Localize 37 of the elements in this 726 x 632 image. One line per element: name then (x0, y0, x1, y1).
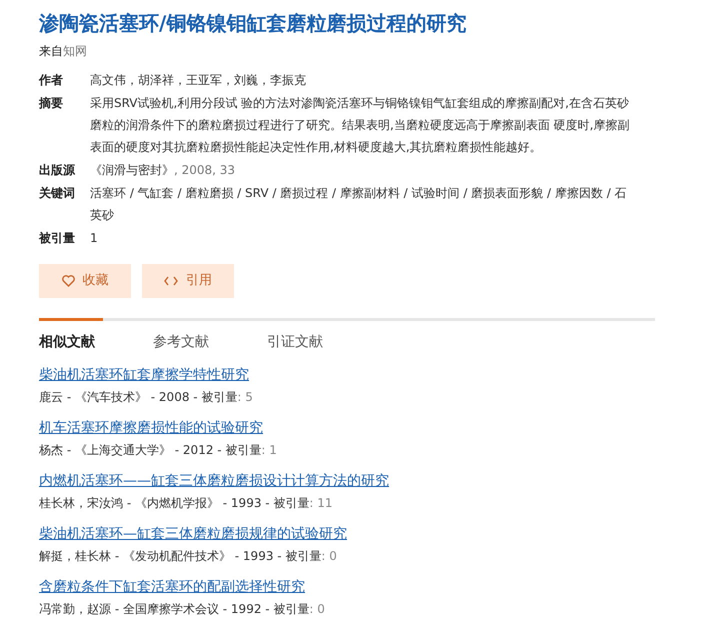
field-value: 1 (90, 230, 99, 247)
result-link[interactable]: 机车活塞环摩擦磨损性能的试验研究 (39, 419, 263, 437)
result-link[interactable]: 内燃机活塞环——缸套三体磨粒磨损设计计算方法的研究 (39, 472, 389, 490)
result-meta: 冯常勤，赵源 - 全国摩擦学术会议 - 1992 - 被引量 (39, 601, 310, 617)
source-label: 来自 (39, 43, 63, 60)
tab[interactable]: 参考文献 (153, 332, 267, 352)
field-value: 活塞环 / 气缸套 / 磨粒磨损 / SRV / 磨损过程 / 摩擦副材料 / 试验时间 / 磨损表面形貌 / 摩擦因数 / 石英砂 (90, 185, 628, 224)
field-label: 摘要 (39, 95, 64, 112)
field-label: 关键词 (39, 185, 76, 202)
field-value: 高文伟，胡泽祥，王亚军，刘巍，李振克 (90, 72, 307, 89)
result-link[interactable]: 柴油机活塞环—缸套三体磨粒磨损规律的试验研究 (39, 525, 347, 543)
heart-icon (62, 275, 74, 287)
result-link[interactable]: 含磨粒条件下缸套活塞环的配副选择性研究 (39, 578, 305, 596)
field-value: 采用SRV试验机,利用分段试 验的方法对渗陶瓷活塞环与铜铬镍钼气缸套组成的摩擦副配对,在含石英砂磨粒的润滑条件下的磨粒磨损过程进行了研究。结果表明,当磨粒硬度远高于摩擦副表面 硬度时,摩擦副表面的硬度对其抗磨粒磨损性能起决定性作用,材料硬度越大,其抗磨粒磨损性能越好。 (90, 95, 630, 156)
citation-count: : 11 (309, 495, 333, 511)
citation-count: : 1 (261, 442, 277, 458)
citation-count: : 0 (321, 548, 337, 564)
favorite-button[interactable]: 收藏 (39, 264, 131, 298)
field-label: 作者 (39, 72, 64, 89)
source-link[interactable]: 知网 (63, 42, 87, 60)
citation-count: : 0 (309, 601, 325, 617)
cite-button[interactable]: 引用 (142, 264, 234, 298)
result-meta: 鹿云 - 《汽车技术》 - 2008 - 被引量 (39, 389, 238, 405)
field-detail: , 2008, 33 (174, 162, 236, 179)
result-link[interactable]: 柴油机活塞环缸套摩擦学特性研究 (39, 366, 249, 384)
tab[interactable]: 相似文献 (39, 332, 153, 352)
result-meta: 桂长林，宋汝鸿 - 《内燃机学报》 - 1993 - 被引量 (39, 495, 310, 511)
field-value: 《润滑与密封》 (90, 162, 174, 179)
article-title: 渗陶瓷活塞环/铜铬镍钼缸套磨粒磨损过程的研究 (39, 10, 468, 36)
field-label: 被引量 (39, 230, 76, 247)
code-icon (164, 276, 178, 286)
citation-count: : 5 (237, 389, 253, 405)
tab-indicator (39, 318, 103, 321)
result-meta: 解挺，桂长林 - 《发动机配件技术》 - 1993 - 被引量 (39, 548, 322, 564)
result-meta: 杨杰 - 《上海交通大学》 - 2012 - 被引量 (39, 442, 262, 458)
field-label: 出版源 (39, 162, 76, 179)
tab[interactable]: 引证文献 (267, 332, 381, 352)
